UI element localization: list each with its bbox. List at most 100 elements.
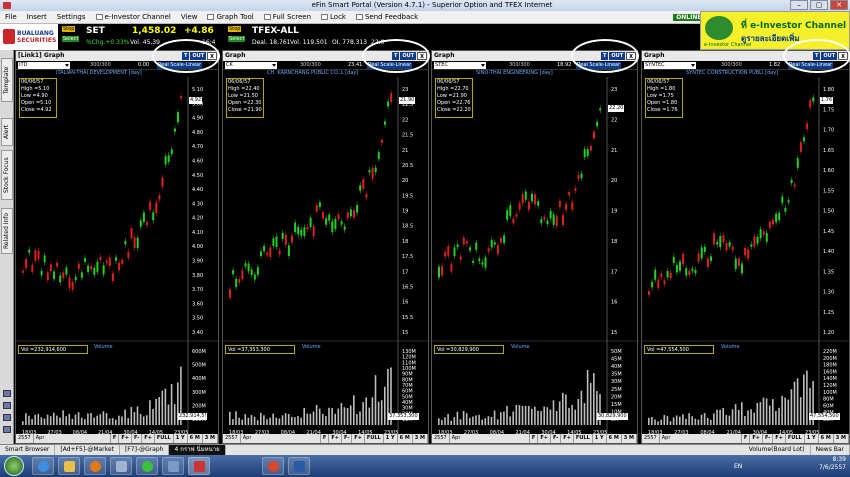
ticker-tfex-name: TFEX-ALL xyxy=(252,26,299,36)
sidebar-tab-alert[interactable]: Alert xyxy=(1,118,13,146)
tab-market[interactable]: [Ad+F5]-@Market xyxy=(55,445,120,455)
candle xyxy=(349,209,352,217)
date-tick-label: 27/03 xyxy=(674,430,688,436)
volume-board-lot-button[interactable]: Volume(Board Lot) xyxy=(744,445,811,455)
graph-panel[interactable]: Graph T OUT X SYNTEC 300/300 1.82 Real S… xyxy=(641,39,850,444)
e-investor-ad-banner[interactable]: e-Investor Channel ที่ e-Investor Channe… xyxy=(700,11,850,50)
candle xyxy=(518,203,521,210)
maximize-button[interactable]: ▢ xyxy=(810,0,828,10)
sidebar-tool-icon[interactable] xyxy=(3,426,11,433)
volume-bar xyxy=(450,420,452,425)
taskbar-media-icon[interactable] xyxy=(84,457,106,475)
taskbar-line-icon[interactable] xyxy=(136,457,158,475)
volume-bar xyxy=(229,411,231,425)
menu-settings[interactable]: Settings xyxy=(52,13,91,21)
tray-language[interactable]: EN xyxy=(734,463,742,470)
taskbar-chrome-icon[interactable] xyxy=(262,457,284,475)
minimize-button[interactable]: – xyxy=(790,0,808,10)
volume-bar xyxy=(312,411,315,425)
ohlc-low: Low =21.90 xyxy=(437,93,467,99)
volume-bar xyxy=(750,409,752,425)
menu-full-screen[interactable]: Full Screen xyxy=(259,13,316,21)
menu-send-feedback[interactable]: Send Feedback xyxy=(351,13,423,21)
volume-bar xyxy=(71,418,74,425)
menu-view[interactable]: View xyxy=(176,13,203,21)
y-tick-label: 22 xyxy=(611,117,617,123)
volume-bar xyxy=(108,418,111,425)
volume-info-box: Vol =232,914,600 xyxy=(18,345,88,354)
volume-bar xyxy=(490,417,493,425)
ticker-set[interactable]: Stop Select SET 1,458.02 +4.86 %Chg.+0.3… xyxy=(62,26,222,48)
news-bar-button[interactable]: News Bar xyxy=(811,445,850,455)
date-tick-label: 08/04 xyxy=(73,430,87,436)
candle xyxy=(93,267,96,275)
graph-panel[interactable]: Graph T OUT X CK 300/300 23.41 Real Scal… xyxy=(222,39,430,444)
sidebar-tab-template[interactable]: Template xyxy=(1,58,13,102)
tab-4-graph[interactable]: 4 กราฟ นิ่มหนาย xyxy=(169,445,226,455)
start-button[interactable] xyxy=(4,456,24,476)
candle xyxy=(506,210,509,220)
tab-smart-browser[interactable]: Smart Browser xyxy=(0,445,56,455)
y-tick-label: 1.75 xyxy=(823,107,834,113)
candle xyxy=(275,236,278,248)
taskbar-window-icon[interactable] xyxy=(110,457,132,475)
volume-bar xyxy=(266,419,268,425)
y-tick-label: 21 xyxy=(402,148,408,154)
volume-bar xyxy=(747,410,749,425)
sidebar-tool-icon[interactable] xyxy=(3,402,11,409)
menu-lock[interactable]: Lock xyxy=(316,13,351,21)
y-tick-label: 1.30 xyxy=(823,290,834,296)
candle xyxy=(562,214,564,226)
sidebar-tab-related-info[interactable]: Related Info xyxy=(1,208,13,254)
candle xyxy=(384,121,386,125)
menu-e-investor-channel[interactable]: e-Investor Channel xyxy=(91,13,176,21)
volume-bar xyxy=(586,369,589,425)
volume-bar xyxy=(666,415,669,425)
ticker-tfex[interactable]: Stop Select TFEX-ALL Deal. 18,761 Vol. 1… xyxy=(228,26,393,48)
tray-clock[interactable]: 8:39 7/6/2557 xyxy=(819,456,846,476)
sidebar-tool-icon[interactable] xyxy=(3,390,11,397)
y-tick-label: 19 xyxy=(402,209,408,215)
volume-bar xyxy=(571,404,573,425)
ticker-set-stop[interactable]: Stop xyxy=(62,26,76,32)
volume-bar xyxy=(87,413,89,425)
candle xyxy=(380,139,383,143)
candle xyxy=(167,155,170,162)
sidebar-tool-icon[interactable] xyxy=(3,414,11,421)
candle xyxy=(300,229,303,236)
last-volume-marker: 47,554,500 xyxy=(809,413,840,420)
volume-bar xyxy=(790,389,793,425)
taskbar-folder-icon[interactable] xyxy=(58,457,80,475)
y-tick-label: 3.50 xyxy=(192,316,203,322)
menu-insert[interactable]: Insert xyxy=(22,13,52,21)
date-tick-label: 18/03 xyxy=(229,430,243,436)
sidebar-tab-stock-focus[interactable]: Stock Focus xyxy=(1,150,13,200)
volume-bar xyxy=(447,413,449,425)
menu-file[interactable]: File xyxy=(0,13,22,21)
ticker-tfex-stop[interactable]: Stop xyxy=(228,26,242,32)
menu-graph-tool[interactable]: Graph Tool xyxy=(202,13,258,21)
taskbar-ie-icon[interactable] xyxy=(32,457,54,475)
candle xyxy=(728,242,731,247)
taskbar-word-icon[interactable] xyxy=(288,457,310,475)
candle xyxy=(812,97,815,102)
close-button[interactable]: ✕ xyxy=(830,0,848,10)
candle xyxy=(158,195,161,200)
stock-name-label: SYNTEC CONSTRUCTION PUBLI [day] xyxy=(686,70,779,76)
candle xyxy=(657,279,660,288)
taskbar-app-icon[interactable] xyxy=(162,457,184,475)
candle xyxy=(784,207,787,212)
graph-panel[interactable]: [Link1] Graph T OUT X ITD 300/300 0.00 R… xyxy=(15,39,220,444)
volume-bar xyxy=(365,397,367,425)
graph-panel[interactable]: Graph T OUT X STEC 300/300 18.92 Real Sc… xyxy=(431,39,639,444)
ticker-set-select[interactable]: Select xyxy=(62,36,80,42)
volume-bar xyxy=(263,415,265,425)
ticker-tfex-select[interactable]: Select xyxy=(228,36,246,42)
candle xyxy=(149,201,152,210)
tab-graph[interactable]: [F7]-@Graph xyxy=(120,445,170,455)
taskbar-efin-icon[interactable] xyxy=(188,457,210,475)
candle xyxy=(28,249,31,253)
volume-bar xyxy=(459,419,462,425)
ohlc-open: Open =5.10 xyxy=(21,100,52,106)
candle xyxy=(703,246,706,252)
